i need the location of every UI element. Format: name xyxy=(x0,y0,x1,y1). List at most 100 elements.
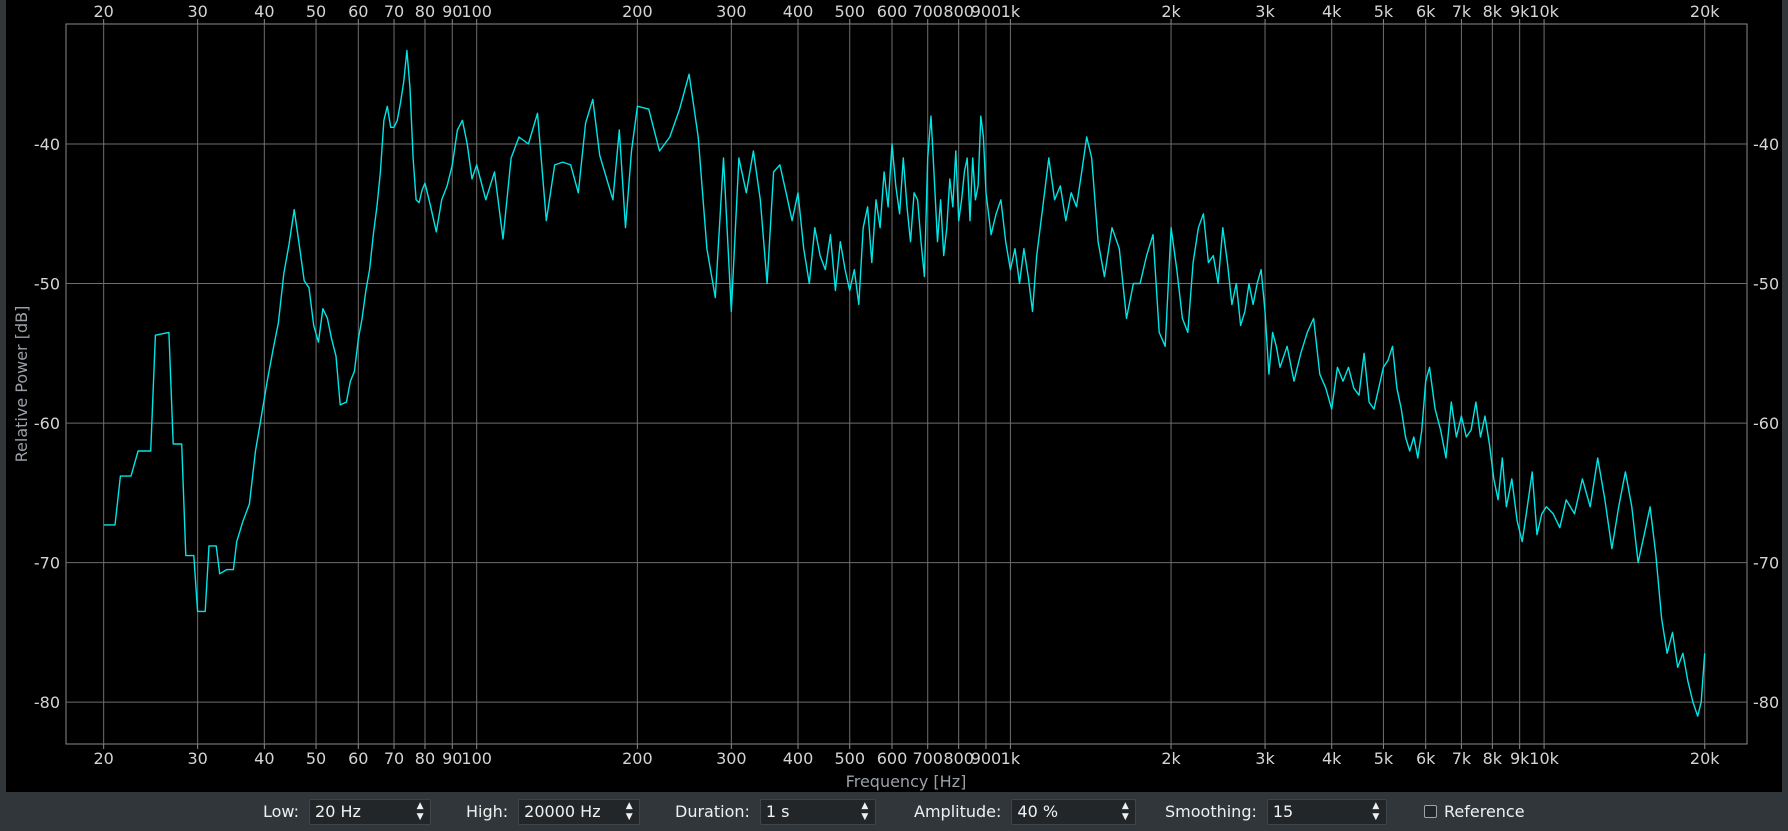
y-axis-label: Relative Power [dB] xyxy=(12,306,31,463)
x-tick-label-bottom: 1k xyxy=(1001,749,1021,768)
x-tick-label-top: 10k xyxy=(1529,2,1559,21)
smoothing-spinbox[interactable]: 15 ▲ ▼ xyxy=(1266,798,1387,825)
x-tick-label-top: 500 xyxy=(834,2,865,21)
x-tick-label-bottom: 2k xyxy=(1161,749,1181,768)
x-tick-label-top: 70 xyxy=(384,2,404,21)
y-tick-label-left: -60 xyxy=(34,414,60,433)
x-tick-label-top: 9k xyxy=(1510,2,1530,21)
x-tick-label-top: 8k xyxy=(1483,2,1503,21)
axis-ticks: 2020303040405050606070708080909010010020… xyxy=(34,2,1779,768)
duration-increment-icon[interactable]: ▲ xyxy=(858,801,872,812)
x-tick-label-bottom: 10k xyxy=(1529,749,1559,768)
plot-area-border xyxy=(65,23,1748,745)
x-tick-label-bottom: 800 xyxy=(943,749,974,768)
x-tick-label-top: 900 xyxy=(971,2,1002,21)
x-tick-label-top: 600 xyxy=(877,2,908,21)
x-tick-label-bottom: 8k xyxy=(1483,749,1503,768)
high-label: High: xyxy=(466,802,509,821)
x-tick-label-top: 800 xyxy=(943,2,974,21)
y-tick-label-right: -50 xyxy=(1753,275,1779,294)
spectrum-plot: 20 20 30 30 40 40 50 50 60 60 70 70 80 80 90 90 100 100 20… xyxy=(6,0,1782,792)
x-tick-label-top: 3k xyxy=(1255,2,1275,21)
low-spinbox[interactable]: 20 Hz ▲ ▼ xyxy=(309,798,432,825)
x-tick-label-bottom: 400 xyxy=(783,749,814,768)
spectrum-chart: 2020303040405050606070708080909010010020… xyxy=(12,2,1779,791)
x-tick-label-bottom: 20 xyxy=(93,749,113,768)
x-tick-label-bottom: 50 xyxy=(306,749,326,768)
x-tick-label-bottom: 6k xyxy=(1416,749,1436,768)
low-value: 20 Hz xyxy=(315,801,361,821)
x-tick-label-bottom: 3k xyxy=(1255,749,1275,768)
spectrum-series-line xyxy=(103,49,1706,717)
x-tick-label-bottom: 600 xyxy=(877,749,908,768)
x-tick-label-top: 100 xyxy=(461,2,492,21)
x-tick-label-bottom: 100 xyxy=(461,749,492,768)
x-tick-label-top: 700 xyxy=(912,2,943,21)
x-tick-label-bottom: 20k xyxy=(1690,749,1720,768)
x-tick-label-bottom: 200 xyxy=(622,749,653,768)
x-tick-label-bottom: 900 xyxy=(971,749,1002,768)
x-tick-label-bottom: 4k xyxy=(1322,749,1342,768)
x-tick-label-top: 20 xyxy=(93,2,113,21)
x-tick-label-top: 30 xyxy=(187,2,207,21)
smoothing-increment-icon[interactable]: ▲ xyxy=(1369,801,1383,812)
y-tick-label-right: -80 xyxy=(1753,693,1779,712)
high-spinbox[interactable]: 20000 Hz ▲ ▼ xyxy=(518,798,641,825)
x-tick-label-top: 90 xyxy=(442,2,462,21)
duration-decrement-icon[interactable]: ▼ xyxy=(858,812,872,823)
x-tick-label-bottom: 80 xyxy=(415,749,435,768)
x-tick-label-bottom: 70 xyxy=(384,749,404,768)
y-tick-label-left: -40 xyxy=(34,135,60,154)
x-tick-label-bottom: 7k xyxy=(1452,749,1472,768)
smoothing-decrement-icon[interactable]: ▼ xyxy=(1369,812,1383,823)
amplitude-spinbox[interactable]: 40 % ▲ ▼ xyxy=(1011,798,1137,825)
amplitude-label: Amplitude: xyxy=(914,802,1002,821)
x-tick-label-bottom: 700 xyxy=(912,749,943,768)
low-increment-icon[interactable]: ▲ xyxy=(413,801,427,812)
y-tick-label-left: -50 xyxy=(34,275,60,294)
y-tick-label-left: -70 xyxy=(34,554,60,573)
smoothing-label: Smoothing: xyxy=(1165,802,1257,821)
x-tick-label-top: 4k xyxy=(1322,2,1342,21)
reference-checkbox-box[interactable] xyxy=(1424,805,1437,818)
reference-label: Reference xyxy=(1444,802,1525,821)
x-tick-label-top: 80 xyxy=(415,2,435,21)
duration-spinbox[interactable]: 1 s ▲ ▼ xyxy=(759,798,876,825)
duration-value: 1 s xyxy=(765,801,790,821)
x-tick-label-bottom: 60 xyxy=(348,749,368,768)
x-tick-label-bottom: 30 xyxy=(187,749,207,768)
low-control: Low: 20 Hz ▲ ▼ xyxy=(263,792,432,831)
x-tick-label-top: 1k xyxy=(1001,2,1021,21)
x-tick-label-top: 20k xyxy=(1690,2,1720,21)
smoothing-value: 15 xyxy=(1272,801,1294,821)
high-decrement-icon[interactable]: ▼ xyxy=(622,812,636,823)
x-tick-label-bottom: 40 xyxy=(254,749,274,768)
x-tick-label-top: 5k xyxy=(1374,2,1394,21)
controls-bar: Low: 20 Hz ▲ ▼ High: 20000 Hz ▲ ▼ Duration… xyxy=(0,792,1788,831)
y-tick-label-left: -80 xyxy=(34,693,60,712)
x-tick-label-top: 300 xyxy=(716,2,747,21)
duration-control: Duration: 1 s ▲ ▼ xyxy=(675,792,876,831)
x-tick-label-top: 50 xyxy=(306,2,326,21)
smoothing-control: Smoothing: 15 ▲ ▼ xyxy=(1165,792,1387,831)
x-tick-label-top: 400 xyxy=(783,2,814,21)
amplitude-control: Amplitude: 40 % ▲ ▼ xyxy=(914,792,1137,831)
y-tick-label-right: -70 xyxy=(1753,554,1779,573)
amplitude-increment-icon[interactable]: ▲ xyxy=(1118,801,1132,812)
reference-checkbox[interactable]: Reference xyxy=(1424,792,1525,831)
x-tick-label-top: 60 xyxy=(348,2,368,21)
low-decrement-icon[interactable]: ▼ xyxy=(413,812,427,823)
x-tick-label-bottom: 300 xyxy=(716,749,747,768)
amplitude-value: 40 % xyxy=(1017,801,1059,821)
high-increment-icon[interactable]: ▲ xyxy=(622,801,636,812)
x-axis-label: Frequency [Hz] xyxy=(846,772,967,791)
x-tick-label-bottom: 5k xyxy=(1374,749,1394,768)
x-tick-label-top: 7k xyxy=(1452,2,1472,21)
duration-label: Duration: xyxy=(675,802,750,821)
x-tick-label-bottom: 90 xyxy=(442,749,462,768)
amplitude-decrement-icon[interactable]: ▼ xyxy=(1118,812,1132,823)
y-tick-label-right: -60 xyxy=(1753,414,1779,433)
high-value: 20000 Hz xyxy=(524,801,601,821)
x-tick-label-top: 200 xyxy=(622,2,653,21)
x-tick-label-top: 6k xyxy=(1416,2,1436,21)
